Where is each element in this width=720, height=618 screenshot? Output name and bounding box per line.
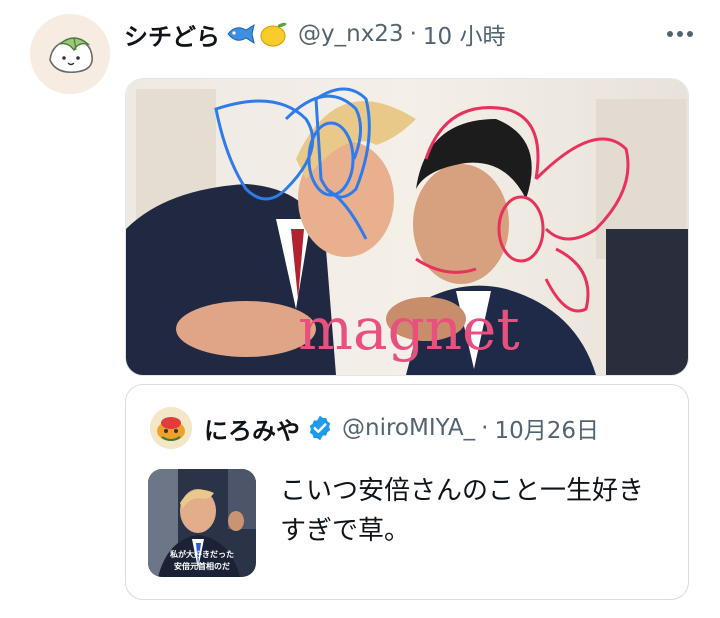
quoted-display-name[interactable]: にろみや [204,411,300,446]
handle[interactable]: @y_nx23 [298,21,404,47]
quoted-avatar[interactable] [150,407,192,449]
magnet-text-overlay: magnet [298,295,520,363]
quoted-avatar-image [150,407,192,449]
lemon-emoji [260,22,287,47]
more-horizontal-icon [667,31,673,37]
avatar[interactable] [30,14,110,94]
tweet-header: シチどら @y_nx23 · 10 小時 [124,14,700,54]
avatar-mochi-illustration [30,14,110,94]
media-photo: magnet [126,79,688,375]
quoted-video-thumbnail[interactable]: 私が大好きだった 安倍元首相のだ [148,469,256,577]
quoted-header: にろみや @niroMIYA_ · 10月26日 [204,407,599,449]
quoted-tweet[interactable]: にろみや @niroMIYA_ · 10月26日 私が大好きだった 安倍元首相の… [125,384,689,600]
quoted-text: こいつ安倍さんのこと一生好きすぎで草。 [280,476,645,546]
quoted-handle[interactable]: @niroMIYA_ [342,415,475,441]
tweet-media-image[interactable]: magnet [125,78,689,376]
fish-emoji [227,23,255,45]
quoted-thumbnail-image: 私が大好きだった 安倍元首相のだ [148,469,256,577]
timestamp[interactable]: 10 小時 [423,17,506,51]
meta-separator: · [409,21,417,47]
name-emojis [224,19,290,49]
thumbnail-caption-line1: 私が大好きだった [169,549,234,559]
quoted-separator: · [481,415,489,441]
verified-badge-icon [306,414,334,442]
more-options-button[interactable] [660,14,700,54]
thumbnail-caption-line2: 安倍元首相のだ [174,561,230,571]
quoted-date[interactable]: 10月26日 [494,411,599,445]
display-name[interactable]: シチどら [124,17,220,52]
